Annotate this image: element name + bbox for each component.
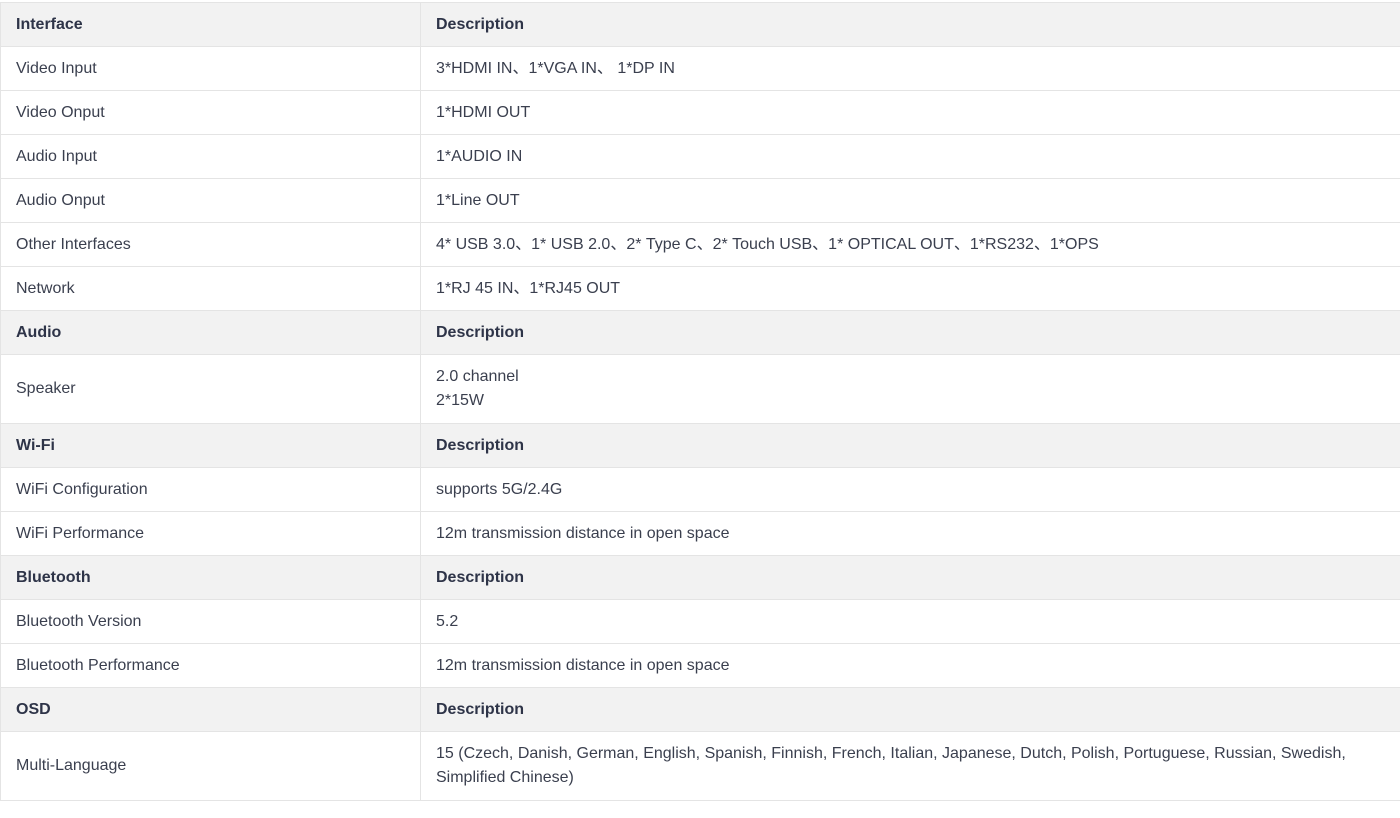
row-label: Video Input xyxy=(1,47,421,91)
table-row: Network 1*RJ 45 IN、1*RJ45 OUT xyxy=(1,267,1400,311)
row-value: 1*Line OUT xyxy=(421,179,1400,223)
table-row: Speaker 2.0 channel 2*15W xyxy=(1,355,1400,424)
spec-table: Interface Description Video Input 3*HDMI… xyxy=(0,2,1400,801)
row-label: Video Onput xyxy=(1,91,421,135)
row-label: Multi-Language xyxy=(1,732,421,801)
row-value-line: 15 (Czech, Danish, German, English, Span… xyxy=(436,742,1385,766)
section-header-bluetooth: Bluetooth Description xyxy=(1,556,1400,600)
table-row: Multi-Language 15 (Czech, Danish, German… xyxy=(1,732,1400,801)
section-desc-header: Description xyxy=(421,688,1400,732)
row-value: 1*RJ 45 IN、1*RJ45 OUT xyxy=(421,267,1400,311)
row-value-line: Simplified Chinese) xyxy=(436,766,1385,790)
section-desc-header: Description xyxy=(421,311,1400,355)
section-desc-header: Description xyxy=(421,3,1400,47)
row-label: Other Interfaces xyxy=(1,223,421,267)
section-title: Interface xyxy=(1,3,421,47)
row-value-line: 2.0 channel xyxy=(436,365,1385,389)
row-label: Audio Input xyxy=(1,135,421,179)
section-desc-header: Description xyxy=(421,424,1400,468)
table-row: Video Input 3*HDMI IN、1*VGA IN、 1*DP IN xyxy=(1,47,1400,91)
row-label: WiFi Performance xyxy=(1,512,421,556)
row-value: 12m transmission distance in open space xyxy=(421,512,1400,556)
section-header-wifi: Wi-Fi Description xyxy=(1,424,1400,468)
section-title: Wi-Fi xyxy=(1,424,421,468)
table-row: WiFi Configuration supports 5G/2.4G xyxy=(1,468,1400,512)
row-value-line: 2*15W xyxy=(436,389,1385,413)
table-row: Bluetooth Performance 12m transmission d… xyxy=(1,644,1400,688)
section-title: Bluetooth xyxy=(1,556,421,600)
row-label: Bluetooth Version xyxy=(1,600,421,644)
row-value: 1*HDMI OUT xyxy=(421,91,1400,135)
section-desc-header: Description xyxy=(421,556,1400,600)
section-header-audio: Audio Description xyxy=(1,311,1400,355)
row-label: Audio Onput xyxy=(1,179,421,223)
row-value: 15 (Czech, Danish, German, English, Span… xyxy=(421,732,1400,801)
row-value: 2.0 channel 2*15W xyxy=(421,355,1400,424)
section-title: OSD xyxy=(1,688,421,732)
table-row: Audio Input 1*AUDIO IN xyxy=(1,135,1400,179)
row-value: 5.2 xyxy=(421,600,1400,644)
section-header-osd: OSD Description xyxy=(1,688,1400,732)
section-header-interface: Interface Description xyxy=(1,3,1400,47)
table-row: Video Onput 1*HDMI OUT xyxy=(1,91,1400,135)
row-label: Network xyxy=(1,267,421,311)
table-row: WiFi Performance 12m transmission distan… xyxy=(1,512,1400,556)
row-value: 4* USB 3.0、1* USB 2.0、2* Type C、2* Touch… xyxy=(421,223,1400,267)
section-title: Audio xyxy=(1,311,421,355)
row-label: Speaker xyxy=(1,355,421,424)
row-value: supports 5G/2.4G xyxy=(421,468,1400,512)
row-value: 12m transmission distance in open space xyxy=(421,644,1400,688)
row-label: Bluetooth Performance xyxy=(1,644,421,688)
row-value: 1*AUDIO IN xyxy=(421,135,1400,179)
row-value: 3*HDMI IN、1*VGA IN、 1*DP IN xyxy=(421,47,1400,91)
table-row: Bluetooth Version 5.2 xyxy=(1,600,1400,644)
table-row: Audio Onput 1*Line OUT xyxy=(1,179,1400,223)
row-label: WiFi Configuration xyxy=(1,468,421,512)
table-row: Other Interfaces 4* USB 3.0、1* USB 2.0、2… xyxy=(1,223,1400,267)
